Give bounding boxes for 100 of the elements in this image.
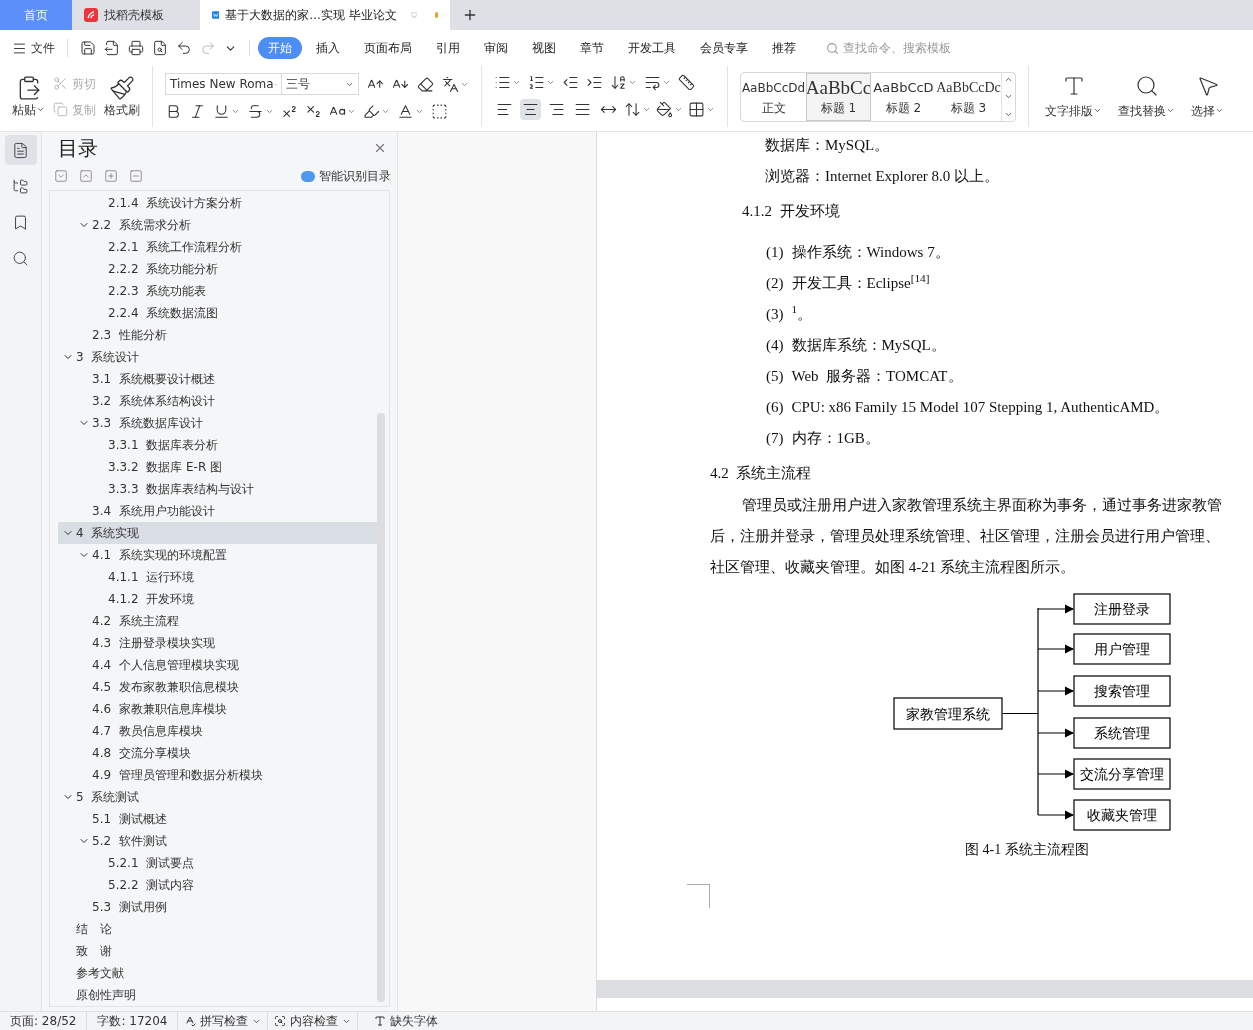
toc-item[interactable]: 2.2.4 系统数据流图 — [58, 302, 377, 324]
toc-item[interactable]: 5.3 测试用例 — [58, 896, 377, 918]
numbered-list-icon[interactable] — [528, 73, 545, 91]
toc-item[interactable]: 结 论 — [58, 918, 377, 940]
strikethrough-icon[interactable] — [247, 103, 264, 120]
shading-icon[interactable] — [656, 100, 673, 118]
borders-icon[interactable] — [688, 100, 705, 118]
dropdown-caret-icon[interactable] — [231, 107, 240, 116]
toc-item[interactable]: 3.2 系统体系结构设计 — [58, 390, 377, 412]
toc-item[interactable]: 2.2.3 系统功能表 — [58, 280, 377, 302]
toc-item[interactable]: 2.2 系统需求分析 — [58, 214, 377, 236]
format-painter-button[interactable]: 格式刷 — [100, 74, 144, 119]
toc-item[interactable]: 3 系统设计 — [58, 346, 377, 368]
dropdown-caret-icon[interactable] — [381, 107, 390, 116]
align-button[interactable] — [520, 98, 541, 120]
highlighter-icon[interactable] — [363, 103, 380, 120]
list-number: (5) — [766, 367, 784, 386]
ribbon-tool-button[interactable]: 文字排版 — [1045, 73, 1102, 120]
ribbon-tab[interactable]: 开发工具 — [618, 37, 686, 59]
toc-item[interactable]: 4.4 个人信息管理模块实现 — [58, 654, 377, 676]
spell-check-button[interactable]: 拼写检查 — [178, 1012, 269, 1030]
document-tab[interactable]: 基于大数据的家...实现 毕业论文 — [200, 0, 450, 30]
toc-item[interactable]: 4.3 注册登录模块实现 — [58, 632, 377, 654]
search-icon — [826, 41, 839, 55]
toc-item[interactable]: 5.2.2 测试内容 — [58, 874, 377, 896]
toc-item[interactable]: 4.1.2 开发环境 — [58, 588, 377, 610]
word-count[interactable]: 字数: 17204 — [87, 1012, 179, 1030]
toc-item[interactable]: 4 系统实现 — [58, 522, 377, 544]
toc-item[interactable]: 4.1 系统实现的环境配置 — [58, 544, 377, 566]
smart-toc-button[interactable]: 智能识别目录 — [301, 167, 391, 185]
content-check-button[interactable]: 内容检查 — [268, 1012, 359, 1030]
toc-item[interactable]: 4.7 教员信息库模块 — [58, 720, 377, 742]
toc-item[interactable]: 3.3.3 数据库表结构与设计 — [58, 478, 377, 500]
caret-icon — [1215, 106, 1224, 115]
toc-item[interactable]: 5.1 测试概述 — [58, 808, 377, 830]
toc-item[interactable]: 4.1.1 运行环境 — [58, 566, 377, 588]
copy-icon — [53, 102, 68, 117]
toc-item[interactable]: 4.9 管理员管理和数据分析模块 — [58, 764, 377, 786]
style-preset[interactable]: AaBbCcD 标题 2 — [871, 72, 936, 121]
toc-item[interactable]: 致 谢 — [58, 940, 377, 962]
save-icon[interactable] — [80, 40, 96, 56]
ribbon-tab[interactable]: 推荐 — [762, 37, 806, 59]
undo-icon[interactable] — [176, 40, 192, 56]
file-menu[interactable]: 文件 — [12, 39, 68, 57]
page-count[interactable]: 页面: 28/52 — [0, 1012, 88, 1030]
ribbon-tool-button[interactable]: 查找替换 — [1118, 73, 1175, 120]
scroll-down-icon[interactable] — [1004, 92, 1013, 101]
ribbon-tab[interactable]: 审阅 — [474, 37, 518, 59]
ribbon-tab[interactable]: 章节 — [570, 37, 614, 59]
ribbon-tab[interactable]: 引用 — [426, 37, 470, 59]
paragraph-line: 后，注册并登录，管理员处理系统管理、社区管理，注册会员进行用户管理、 — [710, 527, 1221, 546]
paste-button[interactable]: 粘贴 — [8, 74, 49, 119]
new-tab-icon[interactable] — [462, 7, 478, 23]
toc-item[interactable]: 2.2.1 系统工作流程分析 — [58, 236, 377, 258]
toc-item[interactable]: 4.6 家教兼职信息库模块 — [58, 698, 377, 720]
scrollbar[interactable] — [377, 413, 385, 1002]
caret-icon — [36, 105, 45, 114]
dropdown-caret-icon[interactable] — [415, 107, 424, 116]
toc-item[interactable]: 3.3.2 数据库 E-R 图 — [58, 456, 377, 478]
dropdown-caret-icon[interactable] — [347, 107, 356, 116]
underline-icon[interactable] — [213, 103, 230, 120]
toc-item[interactable]: 参考文献 — [58, 962, 377, 984]
toc-item[interactable]: 5 系统测试 — [58, 786, 377, 808]
font-color-icon[interactable] — [397, 103, 414, 120]
list-number: (6) — [766, 398, 784, 417]
subscript-icon[interactable] — [305, 103, 322, 120]
ribbon-tab[interactable]: 视图 — [522, 37, 566, 59]
toc-item[interactable]: 5.2.1 测试要点 — [58, 852, 377, 874]
ribbon-tab[interactable]: 插入 — [306, 37, 350, 59]
toc-item[interactable]: 4.2 系统主流程 — [58, 610, 377, 632]
print-preview-icon[interactable] — [152, 40, 168, 56]
toc-item[interactable]: 3.3 系统数据库设计 — [58, 412, 377, 434]
toc-item[interactable]: 3.1 系统概要设计概述 — [58, 368, 377, 390]
ribbon-tab[interactable]: 会员专享 — [690, 37, 758, 59]
italic-icon[interactable] — [189, 103, 206, 120]
command-search-field[interactable]: 查找命令、搜索模板 — [826, 39, 983, 57]
toc-item[interactable]: 2.1.4 系统设计方案分析 — [58, 192, 377, 214]
missing-fonts-button[interactable]: 缺失字体 — [358, 1012, 455, 1030]
sidebar-item[interactable] — [4, 135, 37, 165]
line-spacing-icon[interactable] — [624, 100, 641, 118]
clear-format-icon[interactable] — [417, 75, 434, 93]
arrow — [1037, 686, 1075, 696]
dropdown-caret-icon[interactable] — [265, 107, 274, 116]
style-preset[interactable]: AaBbCcDd 正文 — [741, 72, 806, 121]
toc-item[interactable]: 2.3 性能分析 — [58, 324, 377, 346]
toc-item[interactable]: 3.3.1 数据库表分析 — [58, 434, 377, 456]
sort-icon[interactable] — [610, 73, 627, 91]
ribbon-tool-button[interactable]: 选择 — [1191, 73, 1224, 120]
close-icon[interactable] — [373, 141, 387, 155]
print-icon[interactable] — [128, 40, 144, 56]
toc-item[interactable]: 4.8 交流分享模块 — [58, 742, 377, 764]
toc-item[interactable]: 3.4 系统用户功能设计 — [58, 500, 377, 522]
toc-item[interactable]: 5.2 软件测试 — [58, 830, 377, 852]
toc-item[interactable]: 2.2.2 系统功能分析 — [58, 258, 377, 280]
ribbon-tab[interactable]: 页面布局 — [354, 37, 422, 59]
toc-item[interactable]: 原创性声明 — [58, 984, 377, 1006]
superscript-icon[interactable] — [281, 103, 298, 120]
ruler-icon[interactable] — [678, 73, 695, 91]
toc-item[interactable]: 4.5 发布家教兼职信息模块 — [58, 676, 377, 698]
style-preset[interactable]: AaBbCcDc 标题 3 — [936, 72, 1001, 121]
